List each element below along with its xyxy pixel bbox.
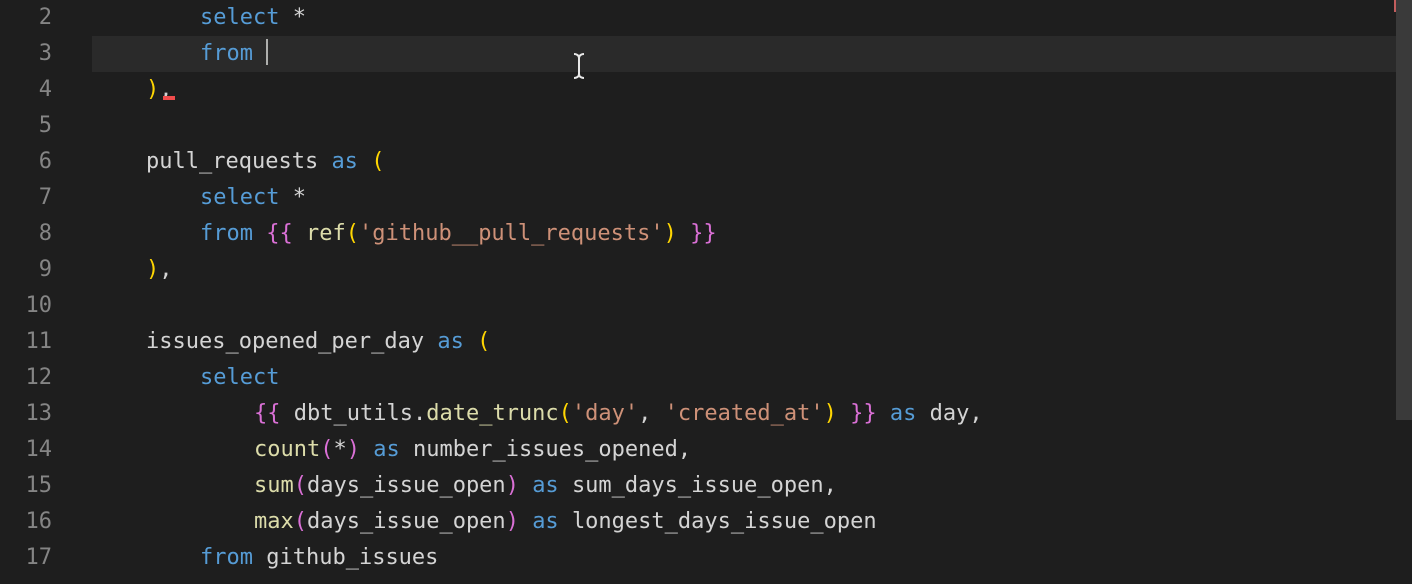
- string: 'github__pull_requests': [359, 221, 664, 246]
- code-line[interactable]: select *: [92, 180, 1412, 216]
- line-number: 4: [0, 72, 72, 108]
- code-editor[interactable]: 2 3 4 5 6 7 8 9 10 11 12 13 14 15 16 17 …: [0, 0, 1412, 584]
- text-cursor: [266, 39, 268, 65]
- keyword-select: select: [200, 365, 279, 390]
- keyword-as: as: [532, 473, 559, 498]
- close-paren: ): [506, 473, 519, 498]
- code-area[interactable]: select * from ), pull_requests as ( sele…: [72, 0, 1412, 584]
- open-paren: (: [559, 401, 572, 426]
- fn-max: max: [254, 509, 294, 534]
- open-paren: (: [294, 509, 307, 534]
- line-number: 11: [0, 324, 72, 360]
- code-line[interactable]: from {{ ref('github__pull_requests') }}: [92, 216, 1412, 252]
- code-line[interactable]: issues_opened_per_day as (: [92, 324, 1412, 360]
- identifier: day: [930, 401, 970, 426]
- line-number: 15: [0, 468, 72, 504]
- keyword-from: from: [200, 41, 253, 66]
- line-number: 14: [0, 432, 72, 468]
- comma: ,: [678, 437, 691, 462]
- comma: ,: [824, 473, 837, 498]
- line-number: 5: [0, 108, 72, 144]
- error-squiggle: [163, 96, 175, 100]
- identifier: dbt_utils: [294, 401, 413, 426]
- code-line[interactable]: sum(days_issue_open) as sum_days_issue_o…: [92, 468, 1412, 504]
- keyword-from: from: [200, 221, 253, 246]
- keyword-as: as: [331, 149, 358, 174]
- identifier: sum_days_issue_open: [572, 473, 824, 498]
- fn-count: count: [254, 437, 320, 462]
- identifier: days_issue_open: [307, 473, 506, 498]
- line-number: 13: [0, 396, 72, 432]
- identifier: github_issues: [266, 545, 438, 570]
- close-paren: ): [146, 257, 159, 282]
- open-paren: (: [371, 149, 384, 174]
- line-number: 12: [0, 360, 72, 396]
- line-number: 17: [0, 540, 72, 576]
- keyword-from: from: [200, 545, 253, 570]
- line-number: 8: [0, 216, 72, 252]
- keyword-select: select: [200, 5, 279, 30]
- fn-sum: sum: [254, 473, 294, 498]
- identifier: pull_requests: [146, 149, 318, 174]
- keyword-as: as: [437, 329, 464, 354]
- keyword-as: as: [890, 401, 917, 426]
- jinja-open: {{: [266, 221, 293, 246]
- close-paren: ): [146, 77, 159, 102]
- code-line[interactable]: select: [92, 360, 1412, 396]
- star: *: [333, 437, 346, 462]
- line-number: 7: [0, 180, 72, 216]
- overview-ruler-mark: [1394, 0, 1396, 12]
- line-number: 2: [0, 0, 72, 36]
- jinja-open: {{: [254, 401, 281, 426]
- code-line[interactable]: {{ dbt_utils.date_trunc('day', 'created_…: [92, 396, 1412, 432]
- fn-date-trunc: date_trunc: [426, 401, 558, 426]
- close-paren: ): [347, 437, 360, 462]
- close-paren: ): [506, 509, 519, 534]
- code-line[interactable]: [92, 288, 1412, 324]
- code-line[interactable]: max(days_issue_open) as longest_days_iss…: [92, 504, 1412, 540]
- line-number: 9: [0, 252, 72, 288]
- identifier: issues_opened_per_day: [146, 329, 424, 354]
- open-paren: (: [477, 329, 490, 354]
- code-line[interactable]: from github_issues: [92, 540, 1412, 576]
- keyword-as: as: [532, 509, 559, 534]
- keyword-as: as: [373, 437, 400, 462]
- jinja-close: }}: [690, 221, 717, 246]
- comma: ,: [159, 257, 172, 282]
- open-paren: (: [320, 437, 333, 462]
- scrollbar-thumb[interactable]: [1396, 0, 1412, 420]
- code-line-current[interactable]: from: [92, 36, 1412, 72]
- line-number: 16: [0, 504, 72, 540]
- code-line[interactable]: ),: [92, 72, 1412, 108]
- close-paren: ): [824, 401, 837, 426]
- line-number: 6: [0, 144, 72, 180]
- scrollbar-track[interactable]: [1396, 0, 1412, 584]
- identifier: number_issues_opened: [413, 437, 678, 462]
- code-line[interactable]: pull_requests as (: [92, 144, 1412, 180]
- jinja-close: }}: [850, 401, 877, 426]
- open-paren: (: [294, 473, 307, 498]
- star: *: [293, 5, 306, 30]
- line-number: 10: [0, 288, 72, 324]
- open-paren: (: [346, 221, 359, 246]
- line-number: 3: [0, 36, 72, 72]
- close-paren: ): [664, 221, 677, 246]
- identifier: longest_days_issue_open: [572, 509, 877, 534]
- fn-ref: ref: [306, 221, 346, 246]
- line-number-gutter: 2 3 4 5 6 7 8 9 10 11 12 13 14 15 16 17: [0, 0, 72, 584]
- code-line[interactable]: [92, 108, 1412, 144]
- code-line[interactable]: count(*) as number_issues_opened,: [92, 432, 1412, 468]
- code-line[interactable]: ),: [92, 252, 1412, 288]
- string: 'created_at': [665, 401, 824, 426]
- identifier: days_issue_open: [307, 509, 506, 534]
- string: 'day': [572, 401, 638, 426]
- code-line[interactable]: select *: [92, 0, 1412, 36]
- star: *: [293, 185, 306, 210]
- keyword-select: select: [200, 185, 279, 210]
- comma: ,: [969, 401, 982, 426]
